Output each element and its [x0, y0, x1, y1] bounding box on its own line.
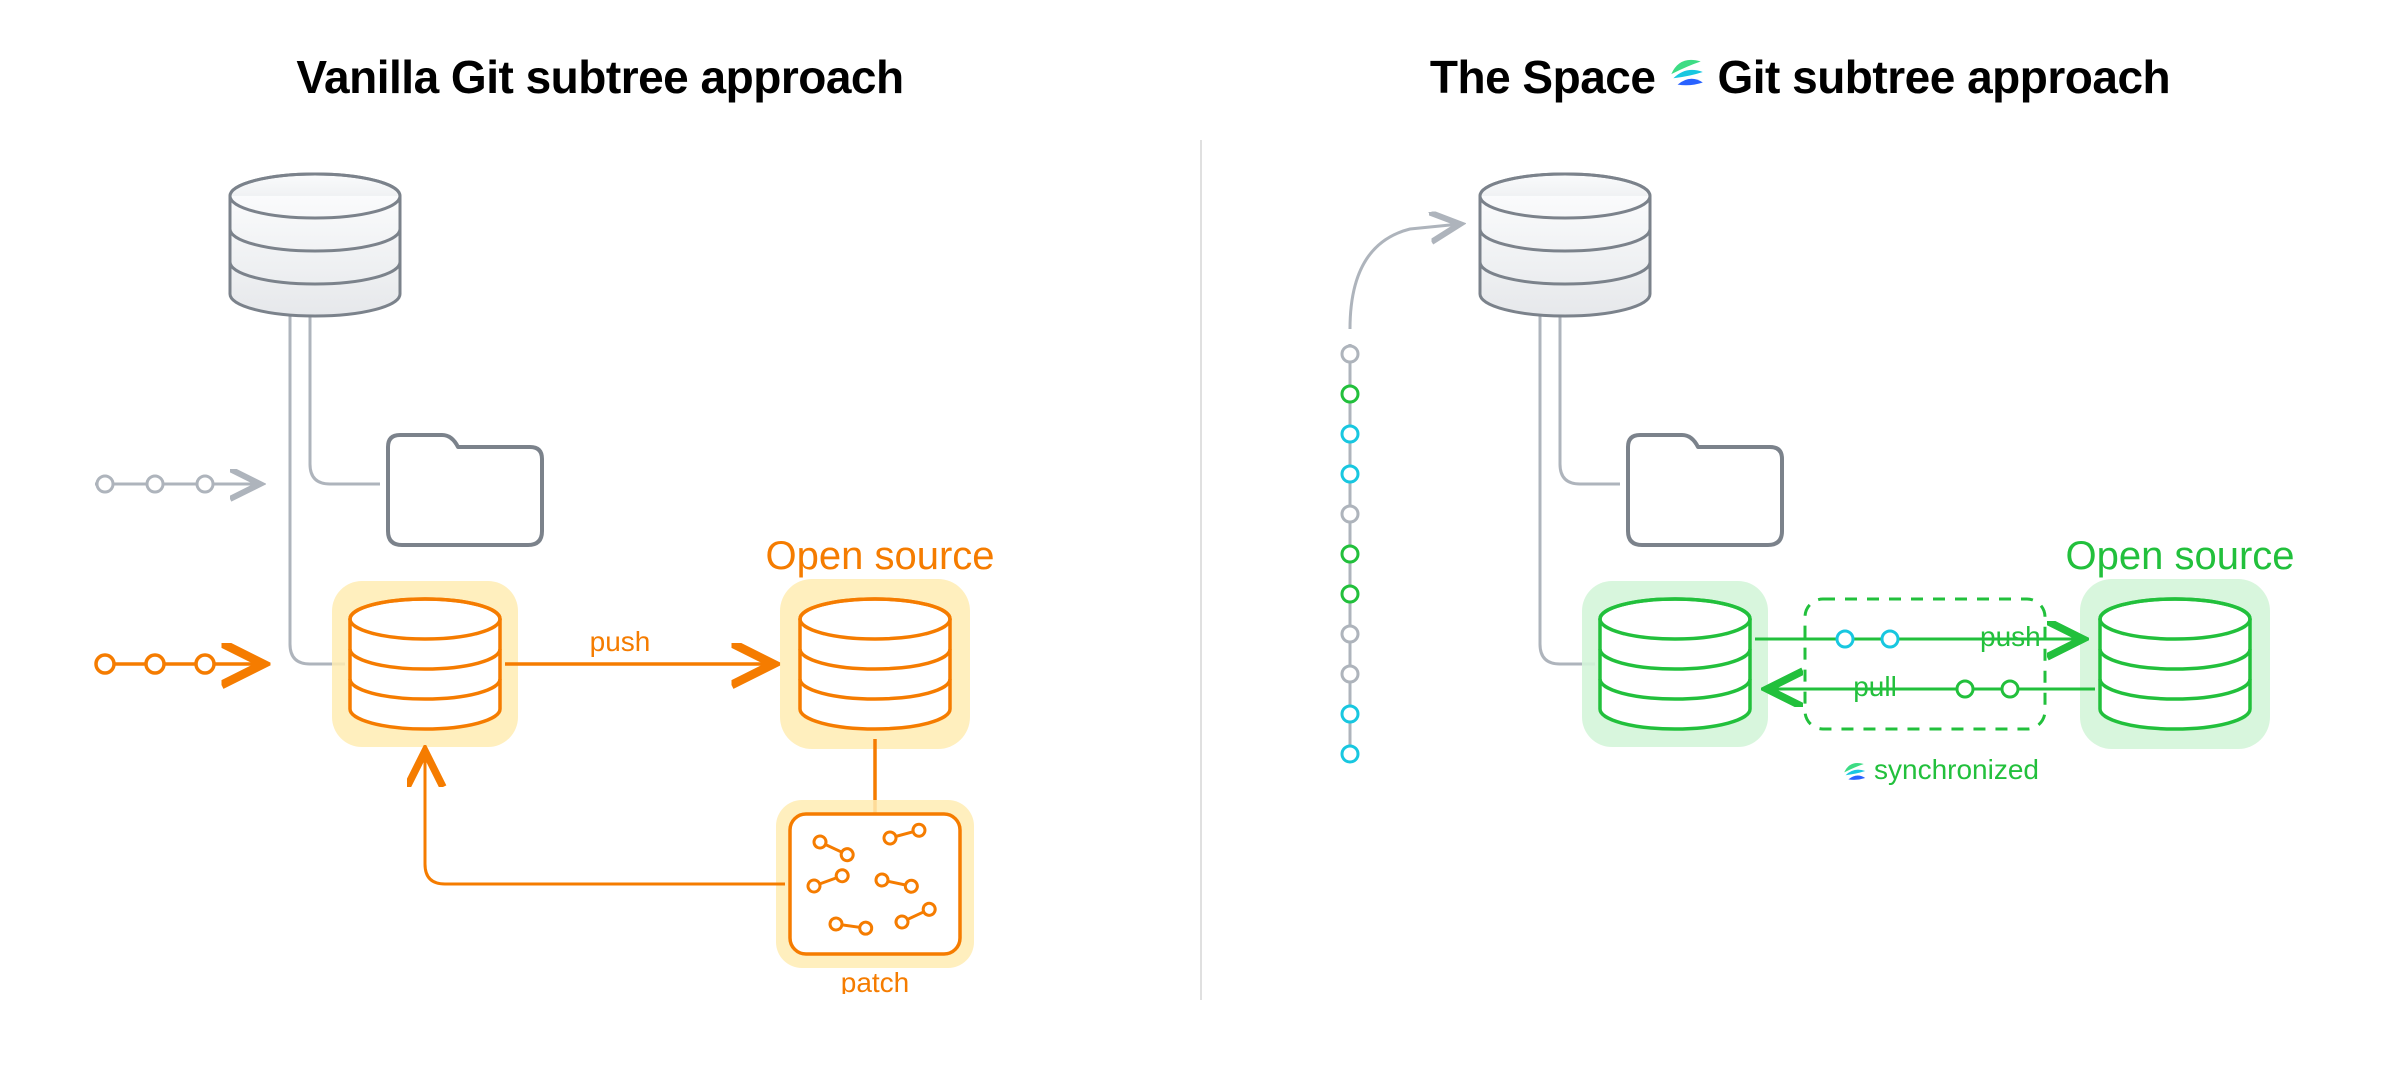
- patch-box-icon: [776, 800, 974, 968]
- subtree-db-icon: [332, 581, 518, 747]
- title-space-pre: The Space: [1430, 50, 1656, 104]
- title-vanilla: Vanilla Git subtree approach: [50, 50, 1150, 104]
- main-repo-db-icon: [230, 174, 400, 316]
- diagram-vanilla: push Open source: [50, 134, 1150, 994]
- open-source-label-left: Open source: [765, 534, 994, 578]
- diagram-space: Open source push pull: [1250, 134, 2350, 994]
- panel-vanilla: Vanilla Git subtree approach: [0, 0, 1200, 1080]
- title-space: The Space Git subtree approach: [1250, 50, 2350, 104]
- patch-label: patch: [841, 967, 910, 994]
- commit-timeline-icon: [1342, 344, 1358, 762]
- push-label: push: [590, 626, 651, 657]
- opensource-db-icon: [780, 579, 970, 749]
- space-logo-small-icon: [1844, 763, 1865, 780]
- space-logo-icon: [1665, 50, 1707, 92]
- patch-feedback-arrow-icon: [425, 754, 785, 884]
- opensource-db-icon: [2080, 579, 2270, 749]
- open-source-label-right: Open source: [2065, 534, 2294, 578]
- sync-box-icon: [1805, 599, 2045, 729]
- gray-commit-chain-icon: [95, 476, 260, 492]
- sync-label: synchronized: [1874, 754, 2039, 785]
- timeline-sync-arrow-icon: [1350, 224, 1460, 329]
- title-space-post: Git subtree approach: [1717, 50, 2170, 104]
- sync-label-group: synchronized: [1844, 754, 2039, 785]
- folder-icon: [1628, 435, 1782, 545]
- main-repo-db-icon: [1480, 174, 1650, 316]
- pull-label: pull: [1853, 671, 1897, 702]
- panel-space: The Space Git subtree approach: [1200, 0, 2400, 1080]
- orange-commit-chain-icon: [95, 655, 260, 673]
- subtree-db-icon: [1582, 581, 1768, 747]
- push-label: push: [1980, 621, 2041, 652]
- folder-icon: [388, 435, 542, 545]
